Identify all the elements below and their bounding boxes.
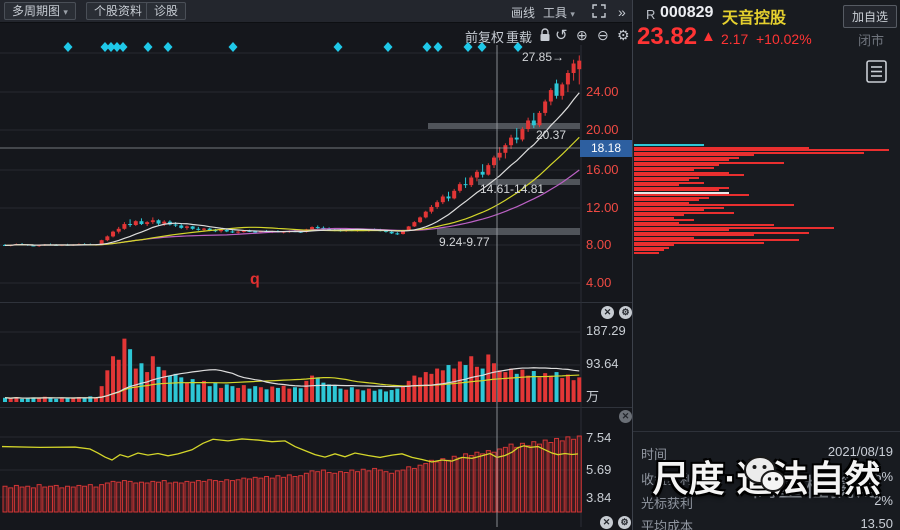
stock-code: 000829 bbox=[660, 4, 714, 21]
chip-bar bbox=[634, 251, 659, 254]
q-marker: q bbox=[250, 271, 260, 288]
bottom-settings-gear-icon[interactable]: ⚙ bbox=[618, 516, 631, 529]
price-tick: 16.00 bbox=[586, 162, 619, 177]
diagnose-button[interactable]: 诊股 bbox=[146, 2, 187, 20]
high-annotation: 27.85→ bbox=[522, 50, 565, 64]
up-arrow-icon: ▲ bbox=[701, 28, 716, 45]
tools-menu-button[interactable]: 工具 ▾ bbox=[543, 4, 575, 21]
market-status: 闭市 bbox=[858, 33, 885, 48]
price-change: 2.17 bbox=[721, 31, 749, 47]
collapse-panel-icon[interactable]: » bbox=[618, 4, 626, 20]
reload-button[interactable]: 重载 bbox=[506, 27, 532, 46]
wechat-icon bbox=[744, 456, 786, 492]
add-watchlist-button[interactable]: 加自选 bbox=[843, 5, 898, 28]
price-tick: 20.00 bbox=[586, 122, 619, 137]
top-toolbar: 多周期图 ▾ 个股资料 诊股 画线 工具 ▾ » bbox=[0, 0, 632, 23]
zoom-out-icon[interactable]: ⊖ bbox=[597, 27, 609, 44]
undo-icon[interactable]: ↺ bbox=[555, 26, 568, 44]
lock-icon[interactable] bbox=[539, 28, 551, 42]
draw-line-button[interactable]: 画线 bbox=[511, 4, 535, 21]
indicator-tick: 5.69 bbox=[586, 462, 612, 477]
level-annotation: 20.37 bbox=[536, 128, 567, 142]
stock-info-button[interactable]: 个股资料 bbox=[86, 2, 151, 20]
period-menu-button[interactable]: 多周期图 ▾ bbox=[4, 2, 76, 20]
price-tick: 4.00 bbox=[586, 275, 612, 290]
close-indicator-panel-icon[interactable]: ✕ bbox=[619, 410, 632, 423]
close-volume-panel-icon[interactable]: ✕ bbox=[601, 306, 614, 319]
stock-chart-app: 多周期图 ▾ 个股资料 诊股 画线 工具 ▾ » 前复权 重载 ↺ ⊕ ⊖ ⚙ … bbox=[0, 0, 900, 530]
forward-adjust-button[interactable]: 前复权 bbox=[465, 27, 504, 46]
stock-name: 天音控股 bbox=[722, 10, 787, 27]
close-bottom-panel-icon[interactable]: ✕ bbox=[600, 516, 613, 529]
info-label: 平均成本 bbox=[641, 519, 694, 530]
indicator-tick: 3.84 bbox=[586, 490, 612, 505]
volume-tick: 93.64 bbox=[586, 356, 619, 371]
info-value: 13.50 bbox=[860, 516, 893, 530]
margin-flag: R bbox=[646, 7, 656, 22]
last-price: 23.82 bbox=[637, 23, 698, 50]
chevron-down-icon: ▾ bbox=[570, 9, 575, 19]
zoom-in-icon[interactable]: ⊕ bbox=[576, 27, 588, 44]
volume-unit: 万 bbox=[586, 389, 600, 404]
chevron-down-icon: ▾ bbox=[63, 7, 68, 17]
tools-label: 工具 bbox=[543, 6, 568, 20]
price-change-pct: +10.02% bbox=[756, 31, 812, 47]
crosshair-price-badge: 18.18 bbox=[580, 140, 632, 157]
chart-settings-gear-icon[interactable]: ⚙ bbox=[617, 27, 630, 44]
volume-settings-gear-icon[interactable]: ⚙ bbox=[619, 306, 632, 319]
period-menu-label: 多周期图 bbox=[12, 4, 61, 18]
volume-tick: 187.29 bbox=[586, 323, 626, 338]
price-tick: 12.00 bbox=[586, 200, 619, 215]
range-annotation: 9.24-9.77 bbox=[439, 235, 490, 249]
indicator-tick: 7.54 bbox=[586, 430, 612, 445]
price-tick: 24.00 bbox=[586, 84, 619, 99]
divider bbox=[633, 431, 900, 432]
range-annotation: 14.61-14.81 bbox=[480, 182, 545, 196]
main-chart-canvas[interactable] bbox=[0, 0, 632, 530]
price-tick: 8.00 bbox=[586, 237, 612, 252]
fullscreen-icon[interactable] bbox=[592, 4, 606, 18]
chip-report-icon[interactable] bbox=[866, 60, 887, 83]
